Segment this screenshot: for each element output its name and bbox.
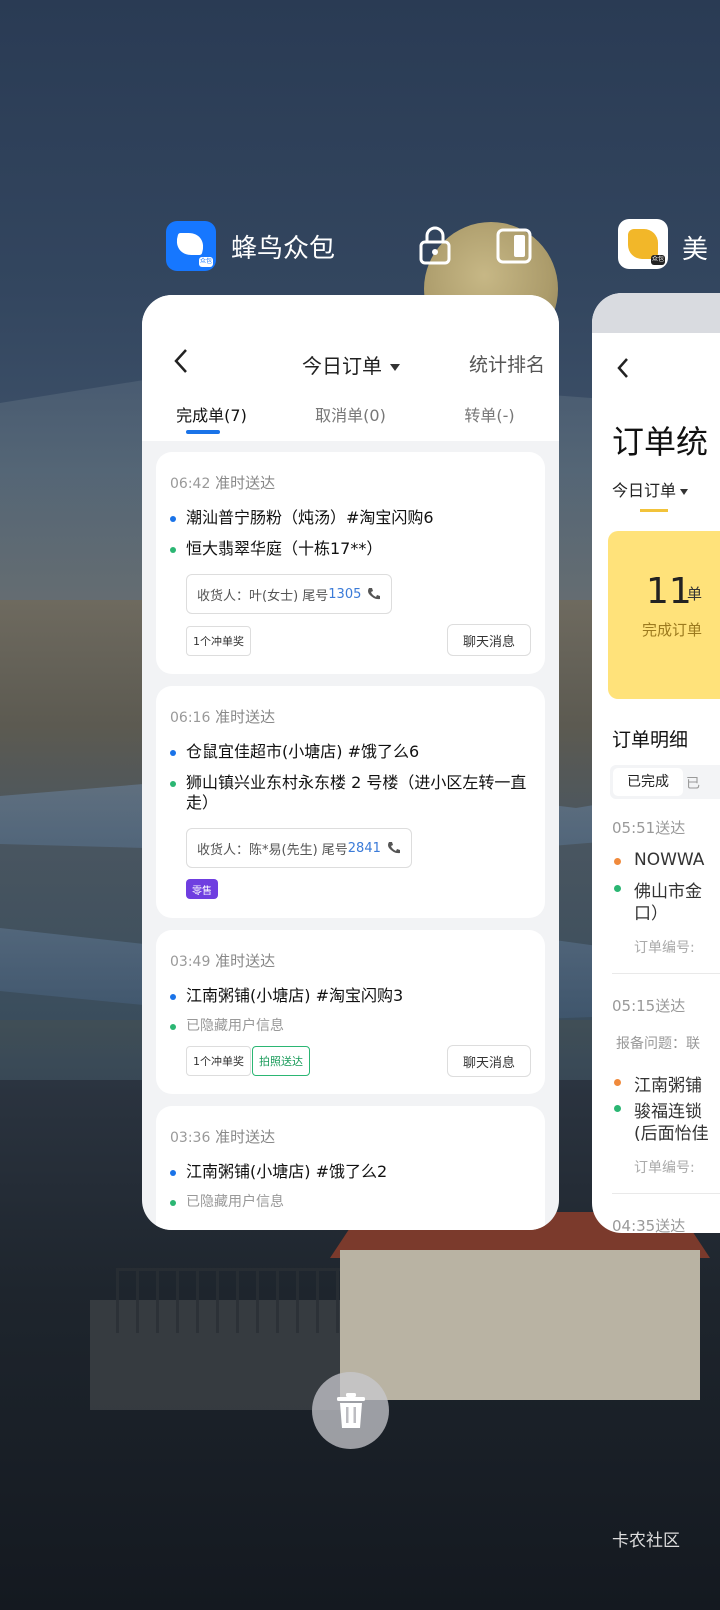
order-time: 06:16 准时送达 (170, 708, 276, 726)
order-dropoff: 狮山镇兴业东村永东楼 2 号楼（进小区左转一直走） (170, 773, 531, 813)
rank-button[interactable]: 统计排名 (469, 350, 545, 377)
pickup-dot (614, 1079, 621, 1086)
bonus-chip: 1个冲单奖 (186, 1046, 251, 1076)
order-dropoff: 已隐藏用户信息 (170, 1192, 531, 1212)
trash-icon (336, 1392, 365, 1428)
back-icon[interactable] (616, 357, 630, 379)
order-number: 订单编号: (634, 940, 695, 956)
bonus-chip: 1个冲单奖 (186, 626, 251, 656)
left-app-header[interactable]: 众包 蜂鸟众包 (166, 220, 335, 272)
pickup-name: 江南粥铺 (634, 1076, 702, 1096)
order-time: 06:42 准时送达 (170, 474, 276, 492)
delivery-time: 04:35送达 (612, 1217, 686, 1233)
watermark: 卡农社区 (612, 1531, 680, 1551)
status-bar (592, 293, 720, 333)
app-name: 蜂鸟众包 (231, 233, 336, 264)
house (340, 1250, 700, 1400)
delivery-time: 05:51送达 (612, 819, 686, 837)
caret-down-icon (390, 364, 400, 371)
dropoff-dot (614, 1105, 621, 1112)
tab-completed[interactable]: 完成单(7) (142, 402, 281, 426)
segmented-tabs: 已完成 已 (610, 765, 720, 799)
order-count: 11 (646, 571, 692, 612)
order-time: 03:36 准时送达 (170, 1128, 276, 1146)
order-card[interactable]: 03:36 准时送达 江南粥铺(小塘店) #饿了么2 已隐藏用户信息 (156, 1106, 545, 1230)
order-dropoff: 已隐藏用户信息 (170, 1016, 531, 1036)
page-title: 订单统 (612, 423, 709, 461)
app-preview-card[interactable]: 订单统 今日订单 11 单 完成订单 订单明细 已完成 已 05:51送达 NO… (592, 293, 720, 1233)
tab-underline (186, 430, 220, 434)
order-count-label: 完成订单 (642, 621, 703, 639)
tab-cancelled[interactable]: 取消单(0) (281, 402, 420, 426)
tab-completed[interactable]: 已完成 (613, 768, 683, 796)
summary-card (608, 531, 720, 699)
phone-icon[interactable] (387, 841, 401, 855)
app-preview-card[interactable]: 今日订单 统计排名 完成单(7) 取消单(0) 转单(-) 06:42 准时送达… (142, 295, 559, 1230)
order-card[interactable]: 03:49 准时送达 江南粥铺(小塘店) #淘宝闪购3 已隐藏用户信息 1个冲单… (156, 930, 545, 1094)
app-name: 美 (682, 235, 709, 265)
tab-underline (640, 509, 668, 512)
clear-all-button[interactable] (312, 1372, 389, 1449)
order-pickup: 江南粥铺(小塘店) #饿了么2 (170, 1162, 531, 1182)
back-icon[interactable] (172, 347, 192, 375)
section-title: 订单明细 (612, 729, 689, 751)
divider (612, 1193, 720, 1194)
kangaroo-app-icon[interactable]: 众包 (618, 219, 668, 269)
order-card[interactable]: 06:42 准时送达 潮汕普宁肠粉（炖汤）#淘宝闪购6 恒大翡翠华庭（十栋17*… (156, 452, 545, 674)
app-badge: 众包 (199, 257, 213, 267)
fence (116, 1268, 356, 1333)
chat-button[interactable]: 聊天消息 (446, 624, 531, 656)
pickup-name: NOWWA (634, 850, 705, 870)
order-card[interactable]: 06:16 准时送达 仓鼠宜佳超市(小塘店) #饿了么6 狮山镇兴业东村永东楼 … (156, 686, 545, 918)
chat-button[interactable]: 聊天消息 (446, 1045, 531, 1077)
photo-delivery-chip: 拍照送达 (252, 1046, 310, 1076)
order-pickup: 潮汕普宁肠粉（炖汤）#淘宝闪购6 (170, 508, 531, 528)
tab-bar: 完成单(7) 取消单(0) 转单(-) (142, 402, 559, 426)
order-number: 订单编号: (634, 1160, 695, 1176)
lock-icon[interactable] (418, 225, 452, 265)
dropoff-address: 口） (634, 904, 668, 924)
order-time: 03:49 准时送达 (170, 952, 276, 970)
pickup-dot (614, 858, 621, 865)
card-header: 今日订单 统计排名 完成单(7) 取消单(0) 转单(-) (142, 295, 559, 441)
dropoff-dot (614, 885, 621, 892)
receiver-box[interactable]: 收货人：叶(女士) 尾号 1305 (186, 574, 393, 614)
retail-badge: 零售 (186, 879, 218, 899)
tab-transferred[interactable]: 转单(-) (420, 402, 559, 426)
order-pickup: 江南粥铺(小塘店) #淘宝闪购3 (170, 986, 531, 1006)
phone-icon[interactable] (367, 587, 381, 601)
tab-other[interactable]: 已 (686, 773, 700, 793)
page-title[interactable]: 今日订单 (302, 350, 400, 379)
split-screen-icon[interactable] (496, 228, 532, 264)
hummingbird-app-icon[interactable]: 众包 (166, 221, 216, 271)
caret-down-icon (680, 488, 689, 495)
order-dropoff: 恒大翡翠华庭（十栋17**） (170, 539, 531, 559)
dropoff-address: (后面怡佳 (634, 1124, 709, 1144)
order-pickup: 仓鼠宜佳超市(小塘店) #饿了么6 (170, 742, 531, 762)
divider (612, 973, 720, 974)
order-count-unit: 单 (687, 585, 703, 603)
app-badge: 众包 (651, 255, 665, 265)
receiver-box[interactable]: 收货人：陈*易(先生) 尾号 2841 (186, 828, 412, 868)
report-issue: 报备问题：联 (616, 1036, 700, 1052)
date-filter[interactable]: 今日订单 (612, 477, 689, 501)
delivery-time: 05:15送达 (612, 997, 686, 1015)
